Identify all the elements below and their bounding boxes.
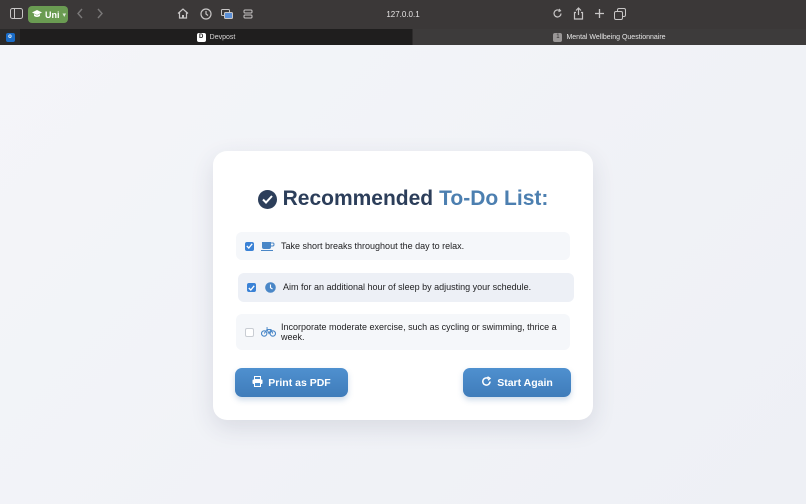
list-item: Take short breaks throughout the day to … <box>236 232 570 260</box>
checkbox-unchecked[interactable] <box>245 327 254 337</box>
checkbox-checked[interactable] <box>245 241 254 251</box>
tab-devpost[interactable]: D Devpost <box>20 29 412 45</box>
print-pdf-button[interactable]: Print as PDF <box>235 368 348 397</box>
share-icon[interactable] <box>573 7 584 20</box>
sidebar-toggle-icon[interactable] <box>10 8 23 19</box>
chevron-down-icon: ▾ <box>62 11 67 19</box>
tab-label: Mental Wellbeing Questionnaire <box>566 33 666 41</box>
check-circle-icon <box>257 189 277 209</box>
checkbox-checked[interactable] <box>247 283 256 292</box>
graduation-cap-icon <box>32 9 42 20</box>
tab-questionnaire[interactable]: 1 Mental Wellbeing Questionnaire <box>413 29 806 45</box>
tab-overview-icon[interactable] <box>221 9 233 19</box>
home-icon[interactable] <box>177 8 189 19</box>
new-tab-icon[interactable] <box>594 8 605 19</box>
start-again-label: Start Again <box>497 376 553 389</box>
tab-pinned-outlook[interactable]: o <box>0 29 20 45</box>
item-text: Take short breaks throughout the day to … <box>281 240 465 251</box>
history-icon[interactable] <box>200 8 212 20</box>
print-button-label: Print as PDF <box>268 376 331 389</box>
redo-icon <box>481 375 492 390</box>
printer-icon <box>252 375 263 390</box>
title-dark-text: Recommended <box>282 187 434 210</box>
profile-label: Uni <box>45 9 60 20</box>
outlook-icon: o <box>5 32 15 42</box>
list-item: Incorporate moderate exercise, such as c… <box>236 314 570 350</box>
todo-card: Recommended To-Do List: Take short break… <box>213 151 593 420</box>
bicycle-icon <box>260 327 276 337</box>
tabs-overview-icon[interactable] <box>614 8 626 20</box>
page-title: Recommended To-Do List: <box>213 187 593 211</box>
title-blue-text: To-Do List: <box>439 187 549 210</box>
item-text: Aim for an additional hour of sleep by a… <box>283 282 532 293</box>
clock-icon <box>262 282 278 293</box>
coffee-cup-icon <box>260 241 276 251</box>
list-item: Aim for an additional hour of sleep by a… <box>238 273 574 302</box>
profile-button[interactable]: Uni ▾ <box>28 6 68 23</box>
reload-icon[interactable] <box>552 8 563 21</box>
page-settings-icon[interactable] <box>243 9 253 21</box>
back-arrow-icon[interactable] <box>76 8 84 19</box>
start-again-button[interactable]: Start Again <box>463 368 571 397</box>
devpost-icon: D <box>196 32 206 42</box>
address-bar[interactable]: 127.0.0.1 <box>238 6 568 23</box>
tab-badge: 1 <box>553 32 563 42</box>
url-text: 127.0.0.1 <box>386 10 420 19</box>
item-text: Incorporate moderate exercise, such as c… <box>281 321 557 342</box>
tab-bar: o D Devpost 1 Mental Wellbeing Questionn… <box>0 29 806 45</box>
forward-arrow-icon[interactable] <box>96 8 104 19</box>
tab-label: Devpost <box>209 33 236 41</box>
browser-toolbar: Uni ▾ 127.0.0.1 <box>0 0 806 29</box>
page-background: Recommended To-Do List: Take short break… <box>0 45 806 504</box>
